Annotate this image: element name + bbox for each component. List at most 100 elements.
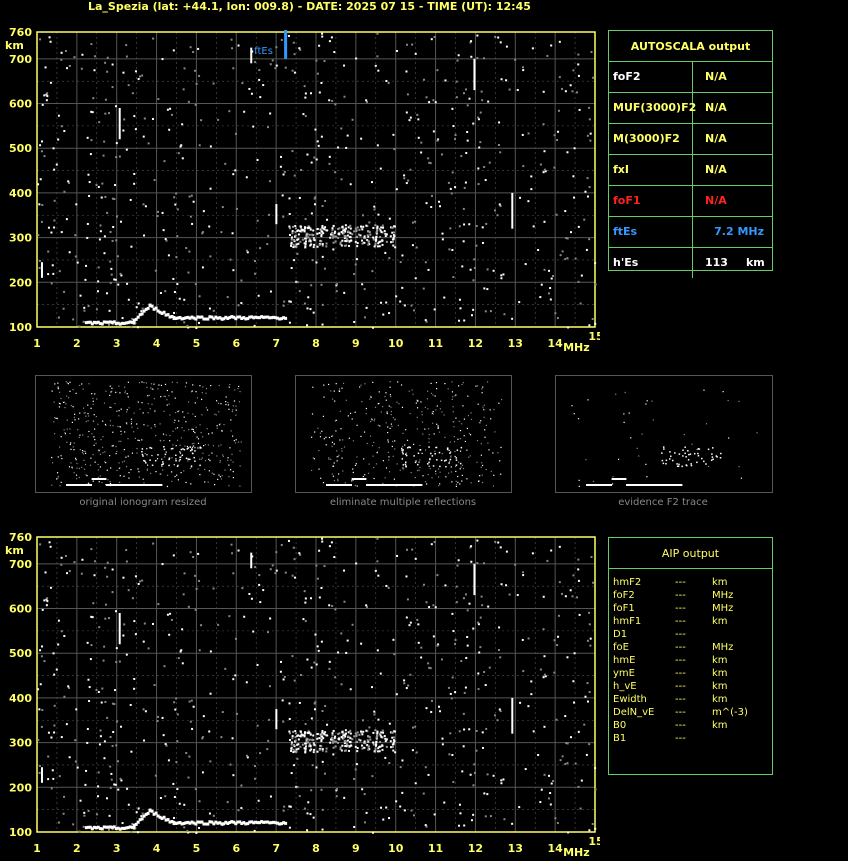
trace-dot — [377, 242, 380, 245]
thumb-dot — [378, 447, 380, 449]
spike — [118, 107, 121, 140]
noise-dot — [175, 697, 178, 700]
thumb-dot — [106, 469, 108, 471]
x-tick-label: 13 — [508, 842, 523, 855]
noise-dot — [275, 551, 278, 554]
noise-dot — [376, 560, 379, 563]
noise-dot — [318, 549, 321, 552]
noise-dot — [376, 55, 379, 58]
noise-dot — [125, 55, 128, 58]
noise-dot — [291, 69, 294, 72]
thumb-original — [35, 375, 252, 493]
noise-dot — [282, 173, 285, 176]
es-trace-dot — [140, 312, 144, 316]
thumb-dot — [116, 469, 118, 472]
noise-dot — [198, 826, 201, 829]
thumb-dot — [210, 384, 212, 387]
noise-dot — [449, 732, 452, 735]
thumb-dot — [65, 403, 67, 405]
thumb-dot — [185, 481, 187, 484]
thumb-dot — [58, 391, 61, 393]
noise-dot — [237, 809, 240, 812]
trace-dot — [291, 737, 294, 740]
noise-dot — [561, 87, 564, 90]
thumb-dot — [187, 412, 189, 414]
noise-dot — [333, 51, 336, 54]
thumb-dot — [205, 392, 207, 394]
noise-dot — [96, 795, 99, 798]
noise-dot — [133, 620, 136, 623]
thumb-dot — [191, 390, 193, 392]
noise-dot — [522, 574, 525, 577]
trace-dot — [351, 738, 354, 741]
thumb-dot — [461, 423, 463, 425]
noise-dot — [353, 777, 356, 780]
thumb-dot — [51, 456, 53, 459]
noise-dot — [284, 571, 287, 574]
thumb-dot — [225, 401, 227, 403]
noise-dot — [530, 693, 533, 696]
trace-dot — [375, 734, 378, 737]
thumb-dot — [431, 477, 433, 479]
noise-dot — [95, 689, 98, 692]
thumb-trace-dot — [426, 463, 429, 465]
thumb-dot — [494, 431, 496, 433]
thumb-dot — [130, 423, 133, 425]
trace-dot — [329, 738, 332, 741]
thumb-dot — [388, 456, 390, 458]
noise-dot — [85, 769, 88, 772]
trace-dot — [308, 731, 311, 734]
thumb-trace-dot — [431, 455, 434, 457]
noise-dot — [68, 64, 71, 67]
noise-dot — [185, 247, 188, 250]
thumb-dot — [312, 386, 314, 388]
thumb-dot — [463, 435, 465, 437]
noise-dot — [586, 682, 589, 685]
noise-dot — [473, 763, 476, 766]
noise-dot — [584, 695, 587, 698]
noise-dot — [74, 255, 77, 258]
thumb-dot — [138, 471, 140, 473]
noise-dot — [409, 116, 412, 119]
thumb-dot — [492, 452, 494, 454]
noise-dot — [129, 198, 132, 201]
trace-dot — [312, 751, 315, 754]
thumb-dot — [485, 424, 488, 426]
noise-dot — [159, 292, 162, 295]
noise-dot — [449, 692, 452, 695]
trace-dot — [381, 748, 384, 751]
noise-dot — [43, 155, 46, 158]
noise-dot — [527, 637, 530, 640]
thumb-dot — [334, 400, 336, 402]
thumb-trace-dot — [676, 463, 678, 465]
noise-dot — [594, 788, 597, 791]
noise-dot — [93, 574, 96, 577]
noise-dot — [500, 779, 503, 782]
noise-dot — [183, 298, 186, 301]
noise-dot — [311, 764, 314, 767]
noise-dot — [316, 72, 319, 75]
x-tick-label: 8 — [312, 842, 320, 855]
noise-dot — [68, 251, 71, 254]
thumb-dot — [424, 406, 426, 408]
thumb-dot — [84, 412, 86, 414]
thumb-dot — [444, 382, 446, 385]
thumb-dot — [91, 433, 93, 435]
trace-dot — [385, 233, 388, 236]
noise-dot — [299, 240, 302, 243]
noise-dot — [487, 605, 490, 608]
noise-dot — [304, 115, 307, 118]
thumb-dot — [234, 442, 237, 444]
x-tick-label: 13 — [508, 337, 523, 350]
thumb-dot — [110, 467, 112, 469]
thumb-dot — [476, 461, 478, 463]
noise-dot — [577, 730, 580, 733]
thumb-dot — [83, 459, 85, 461]
thumb-trace-dot — [401, 458, 404, 460]
thumb-dot — [171, 381, 174, 383]
thumb-dot — [372, 381, 374, 383]
noise-dot — [588, 743, 591, 746]
autoscala-label: fxI — [609, 155, 693, 185]
noise-dot — [194, 788, 197, 791]
noise-dot — [586, 700, 589, 703]
